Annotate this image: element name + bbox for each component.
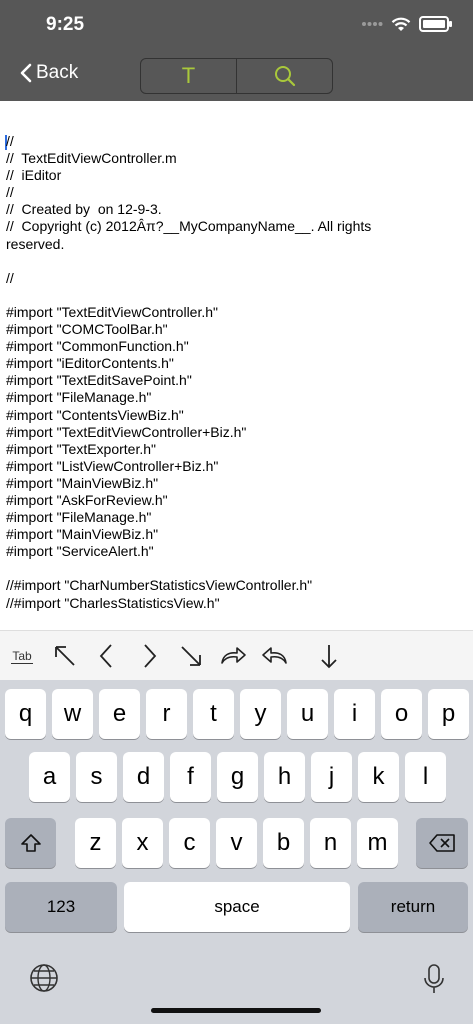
letter-key[interactable]: p bbox=[428, 689, 469, 739]
redo-button[interactable] bbox=[216, 639, 250, 673]
space-key[interactable]: space bbox=[124, 882, 350, 932]
arrow-up-left-icon bbox=[55, 646, 75, 666]
letter-key[interactable]: k bbox=[358, 752, 399, 802]
status-indicators bbox=[361, 16, 452, 32]
code-line: #import "iEditorContents.h" bbox=[6, 355, 174, 372]
battery-icon bbox=[419, 16, 452, 32]
shift-key[interactable] bbox=[5, 818, 56, 868]
code-line: // TextEditViewController.m bbox=[6, 150, 177, 167]
letter-key[interactable]: d bbox=[123, 752, 164, 802]
text-editor[interactable]: //// TextEditViewController.m// iEditor /… bbox=[0, 101, 473, 630]
mode-segmented-control: T bbox=[140, 58, 333, 94]
move-to-start-button[interactable] bbox=[48, 639, 82, 673]
search-segment[interactable] bbox=[236, 59, 332, 93]
letter-key[interactable]: r bbox=[146, 689, 187, 739]
letter-key[interactable]: i bbox=[334, 689, 375, 739]
move-to-end-button[interactable] bbox=[174, 639, 208, 673]
code-line: #import "ListViewController+Biz.h" bbox=[6, 457, 219, 474]
letter-key[interactable]: j bbox=[311, 752, 352, 802]
dictation-button[interactable] bbox=[422, 962, 446, 996]
microphone-icon bbox=[424, 964, 444, 993]
letter-key[interactable]: l bbox=[405, 752, 446, 802]
chevron-left-icon bbox=[99, 644, 112, 668]
delete-icon bbox=[429, 834, 455, 852]
chevron-left-icon bbox=[20, 63, 32, 83]
editing-toolbar: Tab bbox=[0, 630, 473, 681]
status-time: 9:25 bbox=[46, 14, 85, 35]
globe-button[interactable] bbox=[28, 962, 60, 994]
home-indicator bbox=[151, 1008, 321, 1013]
letter-key[interactable]: s bbox=[76, 752, 117, 802]
letter-key[interactable]: f bbox=[170, 752, 211, 802]
code-line: #import "TextEditViewController+Biz.h" bbox=[6, 423, 247, 440]
redo-icon bbox=[221, 647, 246, 664]
arrow-down-icon bbox=[321, 645, 337, 669]
letter-key[interactable]: w bbox=[52, 689, 93, 739]
code-line: // bbox=[6, 184, 14, 201]
delete-key[interactable] bbox=[416, 818, 468, 868]
editor-content: //// TextEditViewController.m// iEditor /… bbox=[6, 133, 426, 612]
code-line: #import "AskForReview.h" bbox=[6, 491, 168, 508]
letter-key[interactable]: q bbox=[5, 689, 46, 739]
letter-key[interactable]: x bbox=[122, 818, 163, 868]
code-line: #import "MainViewBiz.h" bbox=[6, 474, 159, 491]
shift-icon bbox=[20, 834, 41, 852]
chevron-right-icon bbox=[144, 644, 157, 668]
letter-key[interactable]: o bbox=[381, 689, 422, 739]
code-line: #import "CommonFunction.h" bbox=[6, 338, 189, 355]
letter-key[interactable]: n bbox=[310, 818, 351, 868]
letter-key[interactable]: h bbox=[264, 752, 305, 802]
code-line: // Created by on 12-9-3. bbox=[6, 201, 162, 218]
undo-button[interactable] bbox=[258, 639, 292, 673]
navigation-header: 9:25 Back T bbox=[0, 0, 473, 101]
tab-button[interactable]: Tab bbox=[5, 639, 39, 673]
wifi-icon bbox=[391, 17, 411, 31]
letter-key[interactable]: m bbox=[357, 818, 398, 868]
tab-label: Tab bbox=[11, 648, 33, 664]
code-line: // bbox=[6, 133, 14, 149]
dismiss-keyboard-button[interactable] bbox=[312, 639, 346, 673]
code-line: // Copyright (c) 2012Âπ?__MyCompanyName_… bbox=[6, 218, 376, 252]
code-line: // bbox=[6, 269, 14, 286]
code-line: #import "MainViewBiz.h" bbox=[6, 526, 159, 543]
back-button[interactable]: Back bbox=[20, 62, 78, 84]
text-mode-segment[interactable]: T bbox=[141, 59, 236, 93]
code-line: #import "FileManage.h" bbox=[6, 509, 152, 526]
code-line: #import "TextExporter.h" bbox=[6, 440, 157, 457]
code-line: #import "FileManage.h" bbox=[6, 389, 152, 406]
code-line: #import "ContentsViewBiz.h" bbox=[6, 406, 184, 423]
letter-key[interactable]: e bbox=[99, 689, 140, 739]
letter-key[interactable]: c bbox=[169, 818, 210, 868]
code-line: #import "TextEditSavePoint.h" bbox=[6, 372, 192, 389]
move-left-button[interactable] bbox=[89, 639, 123, 673]
letter-key[interactable]: g bbox=[217, 752, 258, 802]
letter-key[interactable]: a bbox=[29, 752, 70, 802]
globe-icon bbox=[30, 964, 58, 992]
letter-key[interactable]: u bbox=[287, 689, 328, 739]
text-mode-label: T bbox=[181, 63, 196, 88]
letter-key[interactable]: b bbox=[263, 818, 304, 868]
letter-key[interactable]: y bbox=[240, 689, 281, 739]
search-icon bbox=[274, 66, 295, 87]
code-line: // iEditor bbox=[6, 167, 62, 184]
code-line: //#import "CharNumberStatisticsViewContr… bbox=[6, 577, 313, 594]
code-line: //#import "CharlesStatisticsView.h" bbox=[6, 594, 220, 611]
arrow-down-right-icon bbox=[181, 646, 201, 666]
letter-key[interactable]: t bbox=[193, 689, 234, 739]
undo-icon bbox=[262, 647, 287, 664]
return-key[interactable]: return bbox=[358, 882, 468, 932]
signal-dots-icon bbox=[362, 22, 383, 26]
code-line: #import "COMCToolBar.h" bbox=[6, 321, 168, 338]
numbers-key[interactable]: 123 bbox=[5, 882, 117, 932]
letter-key[interactable]: z bbox=[75, 818, 116, 868]
code-line: #import "TextEditViewController.h" bbox=[6, 303, 218, 320]
code-line: #import "ServiceAlert.h" bbox=[6, 543, 154, 560]
back-label: Back bbox=[36, 62, 79, 83]
move-right-button[interactable] bbox=[133, 639, 167, 673]
letter-key[interactable]: v bbox=[216, 818, 257, 868]
